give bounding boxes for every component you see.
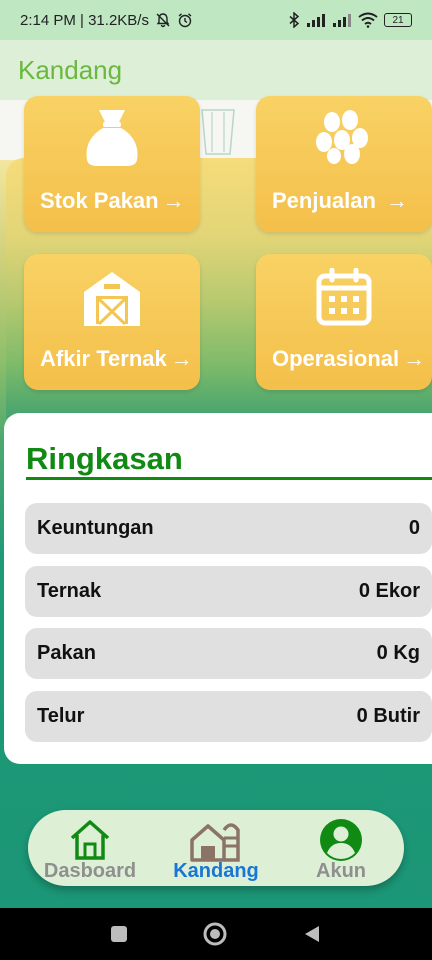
summary-row-keuntungan: Keuntungan 0 bbox=[25, 503, 432, 554]
summary-row-label: Telur bbox=[37, 705, 85, 727]
summary-row-value: 0 Ekor bbox=[358, 580, 420, 602]
status-right: 21 bbox=[288, 12, 412, 28]
arrow-right-icon: → bbox=[379, 188, 409, 213]
barn-icon bbox=[84, 272, 140, 326]
farm-icon bbox=[190, 823, 240, 862]
nav-label: Akun bbox=[316, 860, 366, 882]
menu-label: Stok Pakan → bbox=[40, 188, 196, 214]
nav-item-dasboard[interactable]: Dasboard bbox=[40, 810, 140, 886]
account-icon bbox=[320, 819, 362, 861]
status-time: 2:14 PM | 31.2KB/s bbox=[20, 11, 149, 29]
menu-card-operasional[interactable]: Operasional → bbox=[256, 254, 432, 390]
menu-label-text: Penjualan bbox=[272, 188, 376, 213]
menu-card-afkir-ternak[interactable]: Afkir Ternak → bbox=[24, 254, 200, 390]
home-button[interactable] bbox=[203, 922, 227, 946]
battery-level: 21 bbox=[392, 14, 404, 26]
eggs-icon bbox=[316, 110, 368, 164]
summary-row-pakan: Pakan 0 Kg bbox=[25, 628, 432, 679]
summary-row-ternak: Ternak 0 Ekor bbox=[25, 566, 432, 617]
summary-row-telur: Telur 0 Butir bbox=[25, 691, 432, 742]
summary-row-label: Keuntungan bbox=[37, 517, 154, 539]
back-button[interactable] bbox=[303, 924, 321, 944]
system-nav-bar bbox=[0, 908, 432, 960]
menu-label: Penjualan → bbox=[272, 188, 428, 214]
summary-panel: Ringkasan Keuntungan 0 Ternak 0 Ekor Pak… bbox=[4, 413, 432, 764]
nav-item-kandang[interactable]: Kandang bbox=[164, 810, 268, 886]
nav-label: Dasboard bbox=[43, 860, 137, 882]
summary-row-value: 0 Kg bbox=[376, 642, 420, 664]
bell-off-icon bbox=[156, 13, 170, 28]
menu-label-text: Stok Pakan bbox=[40, 188, 159, 213]
nav-label: Kandang bbox=[173, 860, 259, 882]
wifi-icon bbox=[358, 12, 378, 28]
menu-card-penjualan[interactable]: Penjualan → bbox=[256, 96, 432, 232]
feed-sack-icon bbox=[86, 110, 138, 166]
summary-row-value: 0 Butir bbox=[356, 705, 420, 727]
summary-row-label: Ternak bbox=[37, 580, 102, 602]
arrow-right-icon: → bbox=[403, 346, 426, 371]
status-bar: 2:14 PM | 31.2KB/s 21 bbox=[0, 0, 432, 40]
summary-row-value: 0 bbox=[408, 517, 420, 539]
calendar-icon bbox=[316, 268, 372, 326]
app-bar: Kandang bbox=[0, 40, 432, 100]
summary-title: Ringkasan bbox=[26, 441, 183, 476]
arrow-right-icon: → bbox=[170, 346, 193, 371]
menu-label-text: Afkir Ternak bbox=[40, 346, 167, 371]
menu-label-text: Operasional bbox=[272, 346, 400, 371]
summary-divider bbox=[26, 477, 432, 480]
signal-icon-2 bbox=[333, 14, 351, 27]
home-icon bbox=[70, 820, 110, 860]
menu-label: Afkir Ternak → bbox=[40, 346, 196, 372]
recents-button[interactable] bbox=[111, 926, 127, 942]
menu-card-stok-pakan[interactable]: Stok Pakan → bbox=[24, 96, 200, 232]
bluetooth-icon bbox=[289, 12, 300, 28]
summary-row-label: Pakan bbox=[37, 642, 96, 664]
signal-icon bbox=[307, 14, 325, 27]
status-left: 2:14 PM | 31.2KB/s bbox=[20, 12, 193, 29]
arrow-right-icon: → bbox=[162, 188, 185, 213]
bottom-nav: Dasboard Kandang Akun bbox=[28, 810, 404, 886]
battery-icon: 21 bbox=[384, 13, 412, 27]
nav-item-akun[interactable]: Akun bbox=[296, 810, 386, 886]
menu-label: Operasional → bbox=[272, 346, 428, 372]
page-title: Kandang bbox=[18, 54, 123, 85]
alarm-icon bbox=[178, 13, 192, 28]
feeder-illustration bbox=[201, 109, 235, 155]
